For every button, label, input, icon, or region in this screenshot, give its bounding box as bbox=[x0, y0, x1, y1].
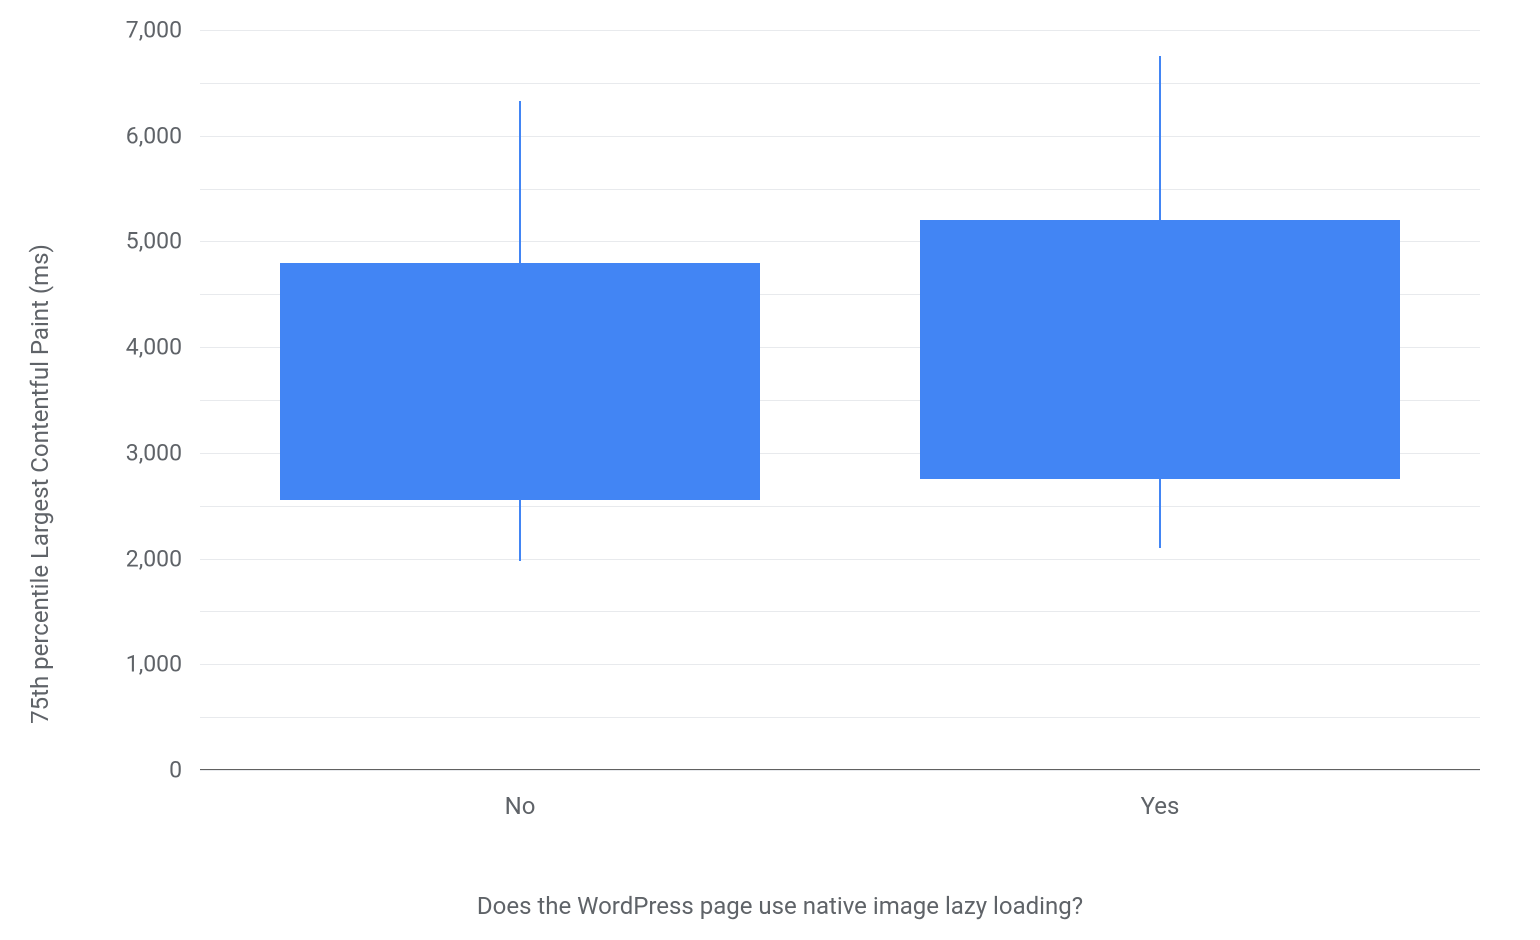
y-tick-label: 1,000 bbox=[126, 651, 182, 678]
plot-area: 01,0002,0003,0004,0005,0006,0007,000 NoY… bbox=[200, 30, 1480, 770]
chart-container: 75th percentile Largest Contentful Paint… bbox=[50, 20, 1510, 920]
box-group bbox=[280, 30, 760, 770]
box-group bbox=[920, 30, 1400, 770]
y-tick-label: 7,000 bbox=[126, 17, 182, 44]
y-tick-label: 6,000 bbox=[126, 122, 182, 149]
box bbox=[280, 263, 760, 501]
y-axis-label: 75th percentile Largest Contentful Paint… bbox=[26, 244, 54, 724]
gridline bbox=[200, 770, 1480, 771]
x-axis-label: Does the WordPress page use native image… bbox=[477, 892, 1083, 920]
y-tick-label: 0 bbox=[169, 757, 182, 784]
y-tick-label: 5,000 bbox=[126, 228, 182, 255]
box bbox=[920, 220, 1400, 479]
x-tick-label: No bbox=[505, 792, 536, 820]
y-tick-label: 2,000 bbox=[126, 545, 182, 572]
y-tick-label: 3,000 bbox=[126, 439, 182, 466]
y-tick-label: 4,000 bbox=[126, 334, 182, 361]
x-tick-label: Yes bbox=[1141, 792, 1180, 820]
